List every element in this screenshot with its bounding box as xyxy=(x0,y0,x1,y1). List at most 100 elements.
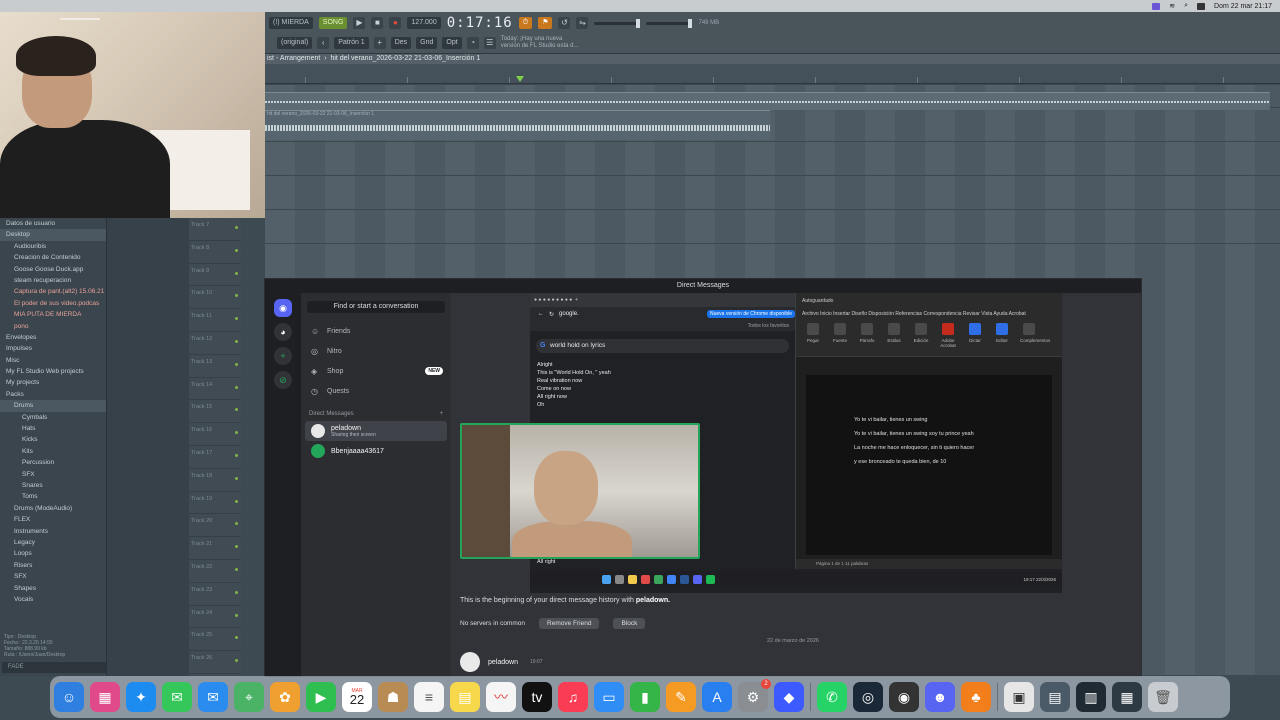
pages-icon[interactable]: ✎ xyxy=(666,682,696,712)
browser-item[interactable]: Audiouribis xyxy=(0,241,106,252)
track-header[interactable]: Track 9 xyxy=(189,264,241,287)
track-header[interactable]: Track 22 xyxy=(189,560,241,583)
photos-icon[interactable]: ✿ xyxy=(270,682,300,712)
recent-window-icon[interactable]: ▣ xyxy=(1004,682,1034,712)
steam-icon[interactable]: ◎ xyxy=(853,682,883,712)
recent-window-icon[interactable]: ▦ xyxy=(1112,682,1142,712)
remove-friend-button[interactable]: Remove Friend xyxy=(539,618,600,629)
playhead-marker[interactable] xyxy=(516,76,524,82)
loop-record-icon[interactable]: ⇋ xyxy=(576,17,589,29)
freeform-icon[interactable]: 〰 xyxy=(486,682,516,712)
numbers-icon[interactable]: ▮ xyxy=(630,682,660,712)
messages-icon[interactable]: ✉ xyxy=(162,682,192,712)
master-pitch-slider[interactable] xyxy=(646,18,693,28)
browser-item[interactable]: Datos de usuario xyxy=(0,218,106,229)
browser-item[interactable]: Vocals xyxy=(0,594,106,605)
browser-item[interactable]: Snares xyxy=(0,480,106,491)
apple-tv-icon[interactable]: tv xyxy=(522,682,552,712)
browser-item[interactable]: Loops xyxy=(0,548,106,559)
new-dm-icon[interactable]: + xyxy=(439,411,443,417)
system-settings-icon[interactable]: ⚙ 2 xyxy=(738,679,771,712)
browser-item[interactable]: Kicks xyxy=(0,434,106,445)
call-video-tile[interactable] xyxy=(460,423,700,559)
browser-item[interactable]: Envelopes xyxy=(0,332,106,343)
recent-window-icon[interactable]: ▥ xyxy=(1076,682,1106,712)
track-header[interactable]: Track 12 xyxy=(189,332,241,355)
browser-item[interactable]: Percussion xyxy=(0,457,106,468)
toolbar-btn-gnd[interactable]: Gnd xyxy=(416,37,438,49)
track-header[interactable]: Track 15 xyxy=(189,400,241,424)
browser-item[interactable]: My FL Studio Web projects xyxy=(0,366,106,377)
song-pattern-toggle[interactable]: SONG xyxy=(318,17,348,29)
metronome-button[interactable]: ⏱ xyxy=(518,17,533,29)
safari-icon[interactable]: ✦ xyxy=(126,682,156,712)
stop-button[interactable]: ■ xyxy=(371,17,384,29)
browser-item[interactable]: Captura de pant.(alt2) 15.06.21 xyxy=(0,286,106,297)
pattern-add-icon[interactable]: + xyxy=(373,37,386,49)
browser-search-input[interactable]: FADE xyxy=(2,662,106,673)
track-header[interactable]: Track 8 xyxy=(189,241,241,264)
reminders-icon[interactable]: ≡ xyxy=(414,682,444,712)
audio-clip-1[interactable] xyxy=(265,92,1270,110)
nav-item-quests[interactable]: ◷ Quests xyxy=(301,381,451,401)
recent-window-icon[interactable]: ▤ xyxy=(1040,682,1070,712)
browser-item[interactable]: Cymbals xyxy=(0,412,106,423)
app-store-icon[interactable]: A xyxy=(702,682,732,712)
browser-item[interactable]: My projects xyxy=(0,377,106,388)
track-header[interactable]: Track 7 xyxy=(189,218,241,241)
dm-item[interactable]: Bbenjaaaa43617 xyxy=(305,441,447,461)
nav-item-friends[interactable]: ☺ Friends xyxy=(301,321,451,341)
nav-item-shop[interactable]: ◈ Shop NEW xyxy=(301,361,451,381)
pattern-selector[interactable]: Patrón 1 xyxy=(334,37,369,49)
finder-icon[interactable]: ☺ xyxy=(54,682,84,712)
browser-item[interactable]: Legacy xyxy=(0,537,106,548)
menubar-datetime[interactable]: Dom 22 mar 21:17 xyxy=(1214,3,1272,10)
maps-icon[interactable]: ⌖ xyxy=(234,682,264,712)
track-header[interactable]: Track 14 xyxy=(189,378,241,401)
browser-item[interactable]: Instruments xyxy=(0,526,106,537)
browser-item[interactable]: Hats xyxy=(0,423,106,434)
calendar-icon[interactable]: MAR 22 xyxy=(342,682,372,712)
obs-icon[interactable]: ◉ xyxy=(889,682,919,712)
countdown-button[interactable]: ⚑ xyxy=(538,17,553,29)
browser-item[interactable]: Packs xyxy=(0,389,106,400)
message-author[interactable]: peladown xyxy=(488,659,518,666)
discord-home-icon[interactable]: ◉ xyxy=(274,299,292,317)
browser-item[interactable]: El poder de sus video.podcas xyxy=(0,298,106,309)
screen-record-icon[interactable] xyxy=(1152,2,1161,10)
discover-icon[interactable]: ⊘ xyxy=(274,371,292,389)
keynote-icon[interactable]: ▭ xyxy=(594,682,624,712)
browser-item[interactable]: Desktop xyxy=(0,229,106,241)
music-icon[interactable]: ♫ xyxy=(558,682,588,712)
browser-item[interactable]: SFX xyxy=(0,469,106,480)
browser-item[interactable]: SFX xyxy=(0,571,106,582)
browser-item[interactable]: steam recuperacion xyxy=(0,275,106,286)
track-header[interactable]: Track 13 xyxy=(189,355,241,378)
browser-item[interactable]: Creacion de Contenido xyxy=(0,252,106,263)
toolbar-btn-des[interactable]: Des xyxy=(390,37,412,49)
notes-icon[interactable]: ▤ xyxy=(450,682,480,712)
browser-item[interactable]: Goose Goose Duck.app xyxy=(0,264,106,275)
launchpad-icon[interactable]: ▦ xyxy=(90,682,120,712)
browser-item[interactable]: Drums (ModeAudio) xyxy=(0,503,106,514)
track-header[interactable]: Track 23 xyxy=(189,583,241,606)
timeline-ruler[interactable] xyxy=(265,64,1280,84)
mail-icon[interactable]: ✉ xyxy=(198,682,228,712)
browser-item[interactable]: Drums xyxy=(0,400,106,412)
track-header[interactable]: Track 20 xyxy=(189,514,241,538)
wifi-icon[interactable]: ≋ xyxy=(1169,2,1175,10)
track-header[interactable]: Track 17 xyxy=(189,446,241,469)
fl-studio-icon[interactable]: ♣ xyxy=(961,682,991,712)
audio-clip-2[interactable]: hit del verano_2026-03-22 21-03-06_Inser… xyxy=(265,110,770,140)
toolbar-btn-opt[interactable]: Opt xyxy=(442,37,462,49)
whatsapp-icon[interactable]: ✆ xyxy=(817,682,847,712)
find-conversation-input[interactable]: Find or start a conversation xyxy=(307,301,445,313)
browser-item[interactable]: Shapes xyxy=(0,583,106,594)
avatar[interactable] xyxy=(460,652,480,672)
dm-item[interactable]: peladown Sharing their screen xyxy=(305,421,447,441)
wait-input-icon[interactable]: ↺ xyxy=(558,17,571,29)
browser-item[interactable]: Kits xyxy=(0,446,106,457)
trash-icon[interactable]: 🗑 xyxy=(1148,682,1178,712)
browser-item[interactable]: MIA PUTA DE MIERDA xyxy=(0,309,106,320)
record-button[interactable]: ● xyxy=(389,17,402,29)
